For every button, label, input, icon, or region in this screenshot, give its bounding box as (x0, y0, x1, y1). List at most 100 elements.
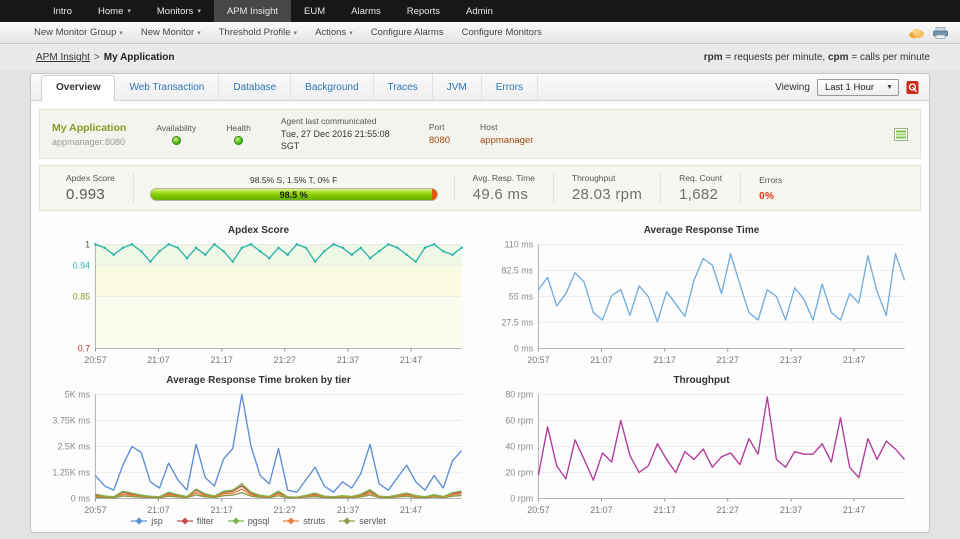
svg-text:21:47: 21:47 (400, 356, 422, 366)
tab-web-transaction[interactable]: Web Transaction (115, 74, 219, 100)
nav-item-monitors[interactable]: Monitors (144, 0, 214, 22)
nav-item-intro[interactable]: Intro (40, 0, 85, 22)
pdf-export-icon[interactable] (906, 80, 919, 95)
nav-item-label: EUM (304, 6, 325, 17)
new-monitor-menu[interactable]: New Monitor (141, 27, 201, 38)
nav-item-alarms[interactable]: Alarms (338, 0, 394, 22)
printer-icon[interactable] (933, 27, 948, 39)
app-name: My Application (52, 122, 126, 134)
legend-item-jsp[interactable]: jsp (131, 516, 163, 526)
svg-text:21:17: 21:17 (211, 356, 233, 366)
throughput-chart: 80 rpm60 rpm40 rpm20 rpm0 rpm20:5721:072… (490, 388, 913, 516)
svg-text:0.85: 0.85 (73, 292, 90, 302)
apdex-bar-caption: 98.5% S, 1.5% T, 0% F (250, 175, 337, 185)
legend-marker-icon (283, 517, 299, 525)
nav-item-home[interactable]: Home (85, 0, 144, 22)
configure-alarms-link[interactable]: Configure Alarms (371, 27, 444, 38)
threshold-profile-menu[interactable]: Threshold Profile (219, 27, 297, 38)
svg-text:82.5 ms: 82.5 ms (501, 266, 533, 276)
svg-text:21:47: 21:47 (843, 505, 865, 515)
agent-label: Agent last communicated (281, 116, 399, 126)
breadcrumb-separator: > (94, 52, 100, 63)
health-status-dot[interactable] (234, 136, 243, 145)
metric-errors: Errors 0% (741, 175, 800, 202)
svg-text:2.5K ms: 2.5K ms (57, 441, 90, 451)
breadcrumb-row: APM Insight > My Application rpm = request… (0, 44, 960, 71)
svg-text:0 ms: 0 ms (71, 493, 91, 503)
host-info: Host appmanager (480, 122, 533, 146)
tab-database[interactable]: Database (219, 74, 291, 100)
avg-resp-time-label: Avg. Resp. Time (473, 173, 535, 183)
avg-resp-time-value: 49.6 ms (473, 186, 535, 203)
svg-text:21:07: 21:07 (590, 356, 612, 366)
legend-label: struts (303, 516, 325, 526)
cloud-icon[interactable] (908, 27, 925, 39)
legend-item-struts[interactable]: struts (283, 516, 325, 526)
svg-text:20:57: 20:57 (527, 505, 549, 515)
tab-jvm[interactable]: JVM (433, 74, 482, 100)
svg-text:0.7: 0.7 (78, 344, 90, 354)
legend-item-pgsql[interactable]: pgsql (228, 516, 270, 526)
svg-text:21:47: 21:47 (400, 505, 422, 515)
svg-text:21:27: 21:27 (274, 356, 296, 366)
host-value: appmanager (480, 135, 533, 146)
svg-text:21:07: 21:07 (147, 505, 169, 515)
svg-text:21:27: 21:27 (717, 505, 739, 515)
breadcrumb-link-apm-insight[interactable]: APM Insight (36, 52, 90, 63)
legend-marker-icon (177, 517, 193, 525)
apdex-bar: 98.5 % (150, 188, 438, 201)
nav-item-label: Admin (466, 6, 493, 17)
throughput-chart-card: Throughput 80 rpm60 rpm40 rpm20 rpm0 rpm… (480, 367, 923, 526)
legend-label: servlet (359, 516, 386, 526)
time-range-select[interactable]: Last 1 Hour ▼ (817, 79, 899, 96)
new-monitor-group-menu[interactable]: New Monitor Group (34, 27, 123, 38)
actions-menu[interactable]: Actions (315, 27, 353, 38)
metric-apdex-score: Apdex Score 0.993 (48, 173, 134, 203)
svg-text:21:27: 21:27 (717, 356, 739, 366)
configure-monitors-link[interactable]: Configure Monitors (462, 27, 542, 38)
nav-item-eum[interactable]: EUM (291, 0, 338, 22)
svg-text:21:47: 21:47 (843, 356, 865, 366)
avg-response-time-chart-title: Average Response Time (490, 225, 913, 236)
errors-label: Errors (759, 175, 782, 185)
breadcrumb-current: My Application (104, 52, 175, 63)
response-time-by-tier-chart-card: Average Response Time broken by tier 5K … (37, 367, 480, 526)
legend-item-servlet[interactable]: servlet (339, 516, 386, 526)
nav-item-reports[interactable]: Reports (394, 0, 453, 22)
app-info-bar: My Application appmanager:8080 Availabil… (39, 109, 921, 159)
tab-traces[interactable]: Traces (374, 74, 433, 100)
svg-text:20 rpm: 20 rpm (505, 467, 533, 477)
avg-response-time-chart-card: Average Response Time 110 ms82.5 ms55 ms… (480, 217, 923, 366)
agent-time: Tue, 27 Dec 2016 21:55:08 SGT (281, 129, 399, 152)
metrics-bar: Apdex Score 0.993 98.5% S, 1.5% T, 0% F … (39, 165, 921, 211)
metric-apdex-bar: 98.5% S, 1.5% T, 0% F 98.5 % (134, 175, 455, 201)
svg-text:20:57: 20:57 (84, 356, 106, 366)
chevron-down-icon: ▼ (886, 84, 893, 91)
port-value: 8080 (429, 135, 450, 146)
apdex-score-chart-card: Apdex Score 10.940.850.720:5721:0721:172… (37, 217, 480, 366)
apdex-chart-title: Apdex Score (47, 225, 470, 236)
rpm-abbrev: rpm (704, 52, 723, 63)
health-status: Health (226, 123, 251, 145)
nav-item-apm-insight[interactable]: APM Insight (214, 0, 291, 22)
legend-label: jsp (151, 516, 163, 526)
main-panel: Overview Web Transaction Database Backgr… (30, 73, 930, 533)
report-table-icon[interactable] (894, 128, 908, 141)
time-range-value: Last 1 Hour (825, 82, 874, 93)
tab-errors[interactable]: Errors (482, 74, 538, 100)
svg-text:21:07: 21:07 (590, 505, 612, 515)
tab-background[interactable]: Background (291, 74, 373, 100)
nav-item-admin[interactable]: Admin (453, 0, 506, 22)
avg-response-time-chart: 110 ms82.5 ms55 ms27.5 ms0 ms20:5721:072… (490, 238, 913, 366)
availability-status-dot[interactable] (172, 136, 181, 145)
availability-status: Availability (156, 123, 196, 145)
tier-chart-legend: jsp filter pgsql struts servlet (47, 516, 470, 526)
legend-marker-icon (339, 517, 355, 525)
legend-item-filter[interactable]: filter (177, 516, 214, 526)
rpm-definition: = requests per minute, (723, 52, 828, 63)
apdex-score-chart: 10.940.850.720:5721:0721:1721:2721:3721:… (47, 238, 470, 366)
svg-text:20:57: 20:57 (84, 505, 106, 515)
health-label: Health (226, 123, 251, 133)
legend-marker-icon (228, 517, 244, 525)
tab-overview[interactable]: Overview (41, 75, 115, 101)
